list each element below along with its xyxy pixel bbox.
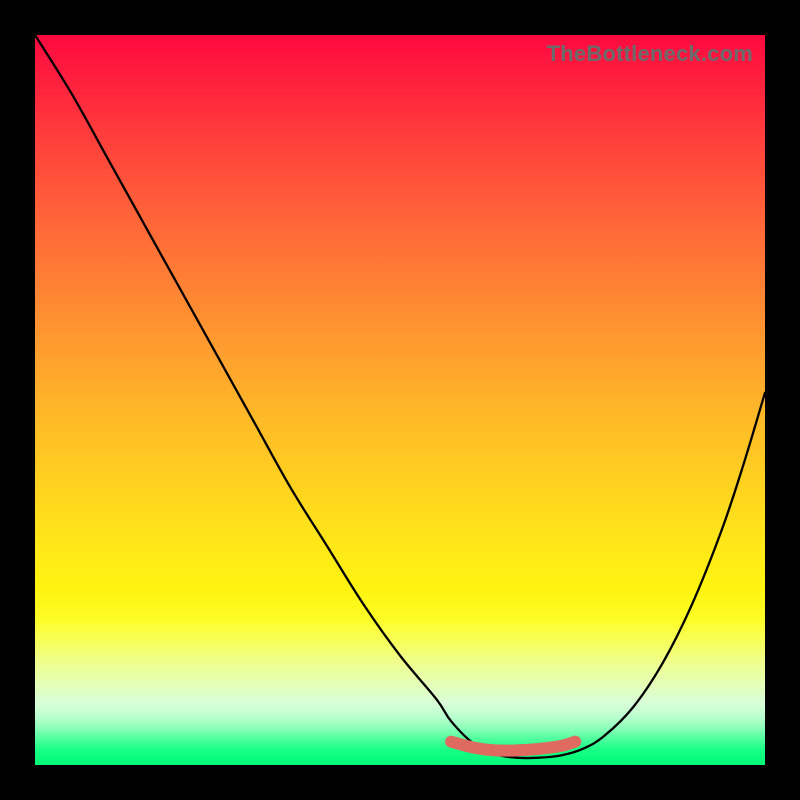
chart-svg <box>35 35 765 765</box>
black-curve <box>35 35 765 758</box>
chart-frame: TheBottleneck.com <box>0 0 800 800</box>
red-band <box>451 742 575 751</box>
plot-area: TheBottleneck.com <box>35 35 765 765</box>
